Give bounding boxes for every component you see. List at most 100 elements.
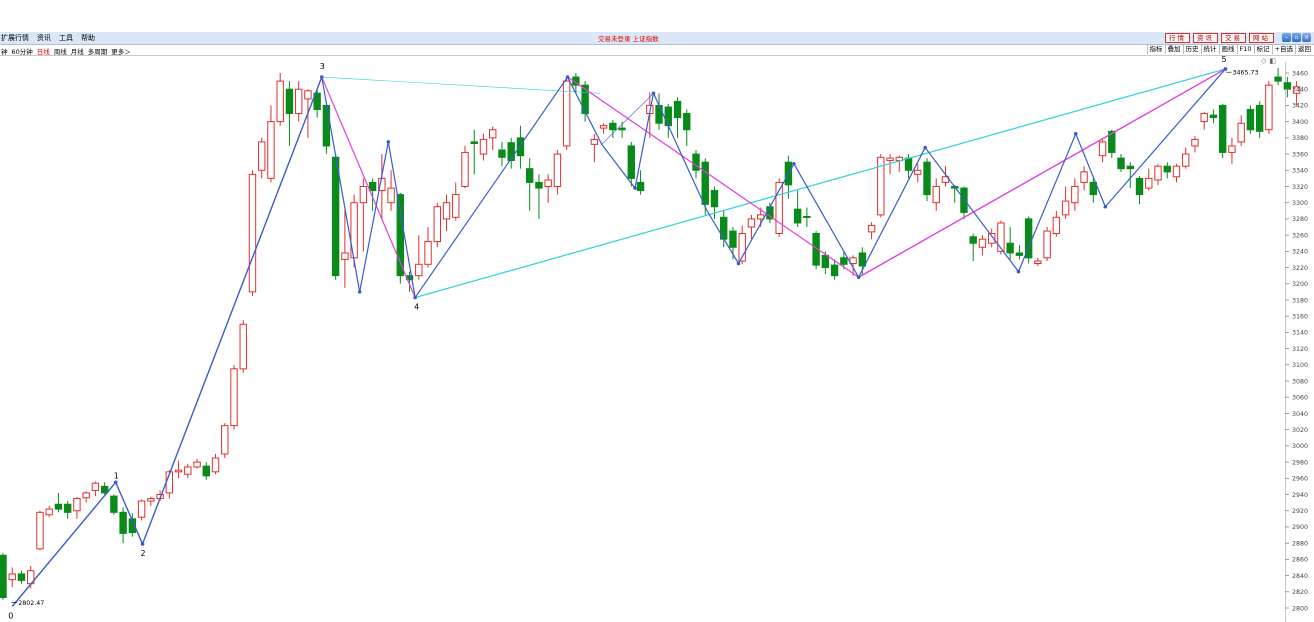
candle[interactable]	[230, 364, 238, 430]
candle[interactable]	[17, 570, 26, 584]
back-button[interactable]: 返回	[1295, 45, 1313, 54]
candle[interactable]	[415, 235, 423, 280]
history-button[interactable]: 历史	[1182, 45, 1201, 54]
candle[interactable]	[1061, 186, 1070, 219]
candle[interactable]	[978, 235, 987, 256]
candle[interactable]	[1043, 227, 1051, 262]
candle[interactable]	[294, 81, 303, 122]
candle[interactable]	[8, 567, 16, 587]
candle[interactable]	[1274, 68, 1282, 86]
menu-news[interactable]: 资讯	[37, 33, 51, 43]
candle[interactable]	[147, 496, 155, 506]
candle[interactable]	[1237, 115, 1245, 146]
candle[interactable]	[442, 194, 451, 232]
candle[interactable]	[267, 105, 275, 183]
candle[interactable]	[1080, 166, 1088, 191]
trade-button[interactable]: 交易	[1221, 33, 1246, 43]
tab-more[interactable]: 更多＞	[111, 46, 131, 56]
candle[interactable]	[498, 141, 506, 167]
candle[interactable]	[331, 154, 340, 280]
candle[interactable]	[1098, 139, 1107, 163]
candle[interactable]	[45, 505, 53, 518]
candle[interactable]	[969, 233, 977, 262]
candle[interactable]	[1163, 162, 1171, 179]
candle[interactable]	[1200, 111, 1208, 130]
candle[interactable]	[877, 154, 885, 218]
candle[interactable]	[1034, 257, 1042, 266]
candle[interactable]	[479, 133, 488, 161]
candlestick-chart[interactable]: 2800 2820 2840 2860 2880 2900 2920 2940 2960 2980…	[0, 56, 1314, 622]
candle[interactable]	[0, 552, 7, 600]
candle[interactable]	[285, 81, 294, 146]
tab-minute[interactable]: 钟	[1, 46, 8, 56]
candle[interactable]	[54, 492, 63, 513]
candle[interactable]	[36, 510, 44, 551]
restore-icon[interactable]: ▫	[1292, 33, 1301, 42]
indicator-button[interactable]: 指标	[1146, 45, 1165, 54]
candle[interactable]	[1117, 154, 1125, 172]
candle[interactable]	[525, 158, 534, 211]
candle[interactable]	[119, 507, 127, 544]
candle[interactable]	[239, 320, 247, 373]
candle[interactable]	[803, 207, 811, 228]
draw-line-button[interactable]: 画线	[1218, 45, 1237, 54]
candle[interactable]	[941, 166, 950, 187]
mark-button[interactable]: 标记	[1253, 45, 1272, 54]
candle[interactable]	[276, 73, 284, 126]
candle[interactable]	[562, 77, 571, 151]
candle[interactable]	[91, 481, 100, 497]
candle[interactable]	[1135, 175, 1144, 205]
close-icon[interactable]: ×	[1302, 33, 1311, 42]
tab-monthly[interactable]: 月线	[71, 46, 84, 56]
candle[interactable]	[433, 202, 441, 248]
candle[interactable]	[387, 170, 395, 211]
candle[interactable]	[1006, 227, 1014, 260]
candle[interactable]	[1228, 137, 1236, 164]
candle[interactable]	[202, 462, 210, 480]
candle[interactable]	[673, 97, 682, 138]
candle[interactable]	[793, 190, 802, 228]
candle[interactable]	[461, 145, 469, 189]
candle[interactable]	[110, 494, 118, 515]
f10-button[interactable]: F10	[1236, 45, 1254, 54]
candle[interactable]	[1145, 168, 1153, 191]
news-button[interactable]: 资讯	[1193, 33, 1218, 43]
overlay-button[interactable]: 叠加	[1164, 45, 1183, 54]
candle[interactable]	[322, 101, 331, 155]
candle[interactable]	[997, 220, 1005, 255]
candle[interactable]	[82, 491, 90, 503]
candle[interactable]	[470, 129, 478, 175]
candle[interactable]	[1218, 103, 1227, 159]
candle[interactable]	[368, 178, 377, 211]
candle[interactable]	[1015, 244, 1024, 260]
menu-extended-quotes[interactable]: 扩展行情	[1, 33, 29, 43]
quotes-button[interactable]: 行情	[1165, 33, 1190, 43]
candle[interactable]	[932, 178, 940, 211]
tab-multi-period[interactable]: 多周期	[88, 46, 108, 56]
candle[interactable]	[738, 225, 746, 265]
candle[interactable]	[489, 126, 497, 151]
candle[interactable]	[1154, 163, 1162, 185]
candle[interactable]	[599, 123, 608, 134]
candle[interactable]	[1191, 136, 1199, 153]
statistics-button[interactable]: 统计	[1200, 45, 1219, 54]
candle[interactable]	[211, 453, 220, 475]
candle[interactable]	[895, 155, 903, 172]
minimize-icon[interactable]: –	[1282, 33, 1291, 42]
candle[interactable]	[507, 137, 515, 169]
menu-tools[interactable]: 工具	[59, 33, 73, 43]
candle[interactable]	[1052, 210, 1061, 237]
menu-help[interactable]: 帮助	[81, 33, 95, 43]
website-button[interactable]: 网站	[1249, 33, 1274, 43]
candle[interactable]	[258, 137, 266, 179]
candle[interactable]	[396, 192, 405, 284]
candle[interactable]	[350, 194, 358, 268]
candle[interactable]	[683, 109, 691, 146]
candle[interactable]	[766, 202, 774, 223]
candle[interactable]	[1265, 81, 1273, 134]
candle[interactable]	[609, 120, 617, 138]
candle[interactable]	[1246, 105, 1255, 134]
candle[interactable]	[1283, 77, 1292, 98]
candle[interactable]	[867, 222, 876, 240]
candle[interactable]	[1255, 101, 1264, 138]
